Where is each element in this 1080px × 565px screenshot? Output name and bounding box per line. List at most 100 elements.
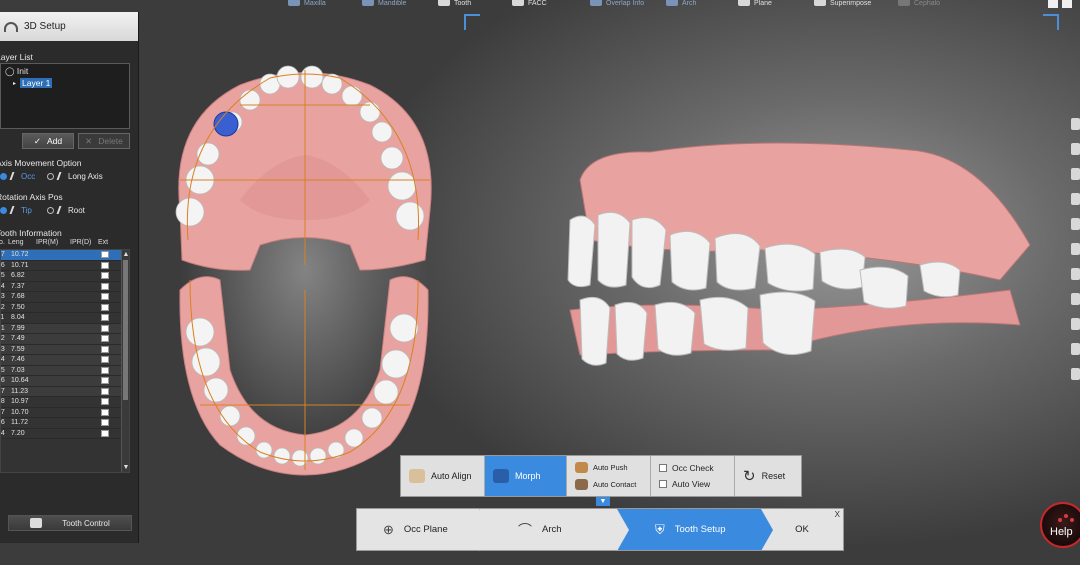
delete-layer-button[interactable]: ✕ Delete — [78, 133, 130, 149]
ext-checkbox[interactable] — [101, 261, 109, 269]
table-row[interactable]: 137.68 — [1, 292, 129, 303]
facc-tool[interactable]: FACC — [512, 0, 547, 7]
view-icon-1[interactable] — [1071, 118, 1080, 130]
table-row[interactable]: 347.20 — [1, 429, 129, 439]
ext-checkbox[interactable] — [101, 356, 109, 364]
occ-check-toggle[interactable]: Occ Check — [659, 463, 726, 473]
table-row[interactable]: 257.03 — [1, 365, 129, 376]
lower-arch[interactable] — [179, 276, 429, 476]
auto-push-button[interactable]: Auto Push — [575, 462, 642, 473]
occ-radio[interactable] — [0, 172, 7, 180]
auto-contact-button[interactable]: Auto Contact — [575, 479, 642, 490]
maxilla-tool[interactable]: Maxilla — [288, 0, 326, 7]
ext-checkbox[interactable] — [101, 293, 109, 301]
ext-checkbox[interactable] — [101, 408, 109, 416]
layout-grid-icon[interactable] — [1048, 0, 1058, 8]
layout-switcher[interactable] — [1048, 0, 1072, 8]
overlap-info-tool[interactable]: Overlap Info — [590, 0, 644, 7]
step-tooth-setup[interactable]: ⛨ Tooth Setup — [617, 509, 773, 551]
table-row[interactable]: 247.46 — [1, 355, 129, 366]
scroll-up-icon[interactable]: ▲ — [122, 250, 129, 259]
table-row[interactable]: 237.59 — [1, 344, 129, 355]
long-axis-radio[interactable] — [47, 172, 54, 180]
ext-checkbox[interactable] — [101, 398, 109, 406]
table-row[interactable]: 217.99 — [1, 323, 129, 334]
table-row[interactable]: 118.04 — [1, 313, 129, 324]
ext-checkbox[interactable] — [101, 282, 109, 290]
help-button[interactable]: Help — [1040, 502, 1080, 548]
auto-view-checkbox[interactable] — [659, 480, 667, 488]
ext-checkbox[interactable] — [101, 251, 109, 259]
step-arch[interactable]: ⌒ Arch — [479, 509, 629, 551]
table-row[interactable]: 26 10.64 — [1, 376, 129, 387]
ext-checkbox[interactable] — [101, 377, 109, 385]
collapse-arrow-icon[interactable]: ▼ — [596, 497, 610, 506]
auto-align-button[interactable]: Auto Align — [401, 456, 485, 496]
table-row[interactable]: 36 11.72 — [1, 418, 129, 429]
view-icon-9[interactable] — [1071, 318, 1080, 330]
table-row[interactable]: 16 10.71 — [1, 261, 129, 271]
table-row[interactable]: 37 10.70 — [1, 408, 129, 418]
maxilla-icon — [288, 0, 300, 6]
tooth-tool[interactable]: Tooth — [438, 0, 471, 7]
lateral-3d-view[interactable] — [560, 140, 1035, 395]
ext-checkbox[interactable] — [101, 314, 109, 322]
ext-checkbox[interactable] — [101, 324, 109, 332]
ext-checkbox[interactable] — [101, 272, 109, 280]
root-radio[interactable] — [47, 206, 54, 214]
wizard-close-button[interactable]: X — [835, 510, 840, 519]
setup-tool-strip: Auto Align Morph Auto Push Auto Contact … — [400, 455, 802, 497]
occ-check-checkbox[interactable] — [659, 464, 667, 472]
ext-checkbox[interactable] — [101, 387, 109, 395]
tooth-length: 11.23 — [11, 387, 28, 395]
view-icon-2[interactable] — [1071, 143, 1080, 155]
reset-button[interactable]: ↻ Reset — [735, 456, 801, 496]
view-icon-5[interactable] — [1071, 218, 1080, 230]
occlusal-view[interactable] — [160, 60, 450, 480]
mandible-tool[interactable]: Mandible — [362, 0, 406, 7]
layer-list[interactable]: ◯ Init ▸ Layer 1 — [0, 63, 130, 129]
ext-checkbox[interactable] — [101, 335, 109, 343]
table-row[interactable]: 127.50 — [1, 303, 129, 313]
arch-tool[interactable]: Arch — [666, 0, 696, 7]
add-layer-button[interactable]: ✓ Add — [22, 133, 74, 149]
step-occ-plane[interactable]: ⊕ Occ Plane — [357, 509, 491, 551]
view-icon-10[interactable] — [1071, 343, 1080, 355]
table-row[interactable]: 227.49 — [1, 334, 129, 345]
morph-button[interactable]: Morph — [485, 456, 567, 496]
table-row[interactable]: 27 11.23 — [1, 386, 129, 397]
layer-init[interactable]: ◯ Init — [5, 66, 125, 78]
layer-item[interactable]: ▸ Layer 1 — [13, 78, 125, 88]
plane-tool[interactable]: Plane — [738, 0, 772, 7]
superimpose-tool[interactable]: Superimpose — [814, 0, 871, 7]
axis-option-group: Occ Long Axis — [0, 169, 138, 183]
view-icon-6[interactable] — [1071, 243, 1080, 255]
table-row[interactable]: 17 10.72 — [1, 250, 129, 261]
scroll-thumb[interactable] — [123, 260, 128, 400]
view-icon-8[interactable] — [1071, 293, 1080, 305]
table-row[interactable]: 38 10.97 — [1, 397, 129, 408]
view-icon-3[interactable] — [1071, 168, 1080, 180]
view-icon-11[interactable] — [1071, 368, 1080, 380]
auto-view-toggle[interactable]: Auto View — [659, 479, 726, 489]
upper-arch[interactable] — [175, 65, 432, 271]
cephalo-tool[interactable]: Cephalo — [898, 0, 940, 7]
view-icon-7[interactable] — [1071, 268, 1080, 280]
ext-checkbox[interactable] — [101, 429, 109, 437]
layout-single-icon[interactable] — [1062, 0, 1072, 8]
ext-checkbox[interactable] — [101, 419, 109, 427]
tip-radio[interactable] — [0, 206, 7, 214]
root-tool-icon — [56, 206, 66, 214]
table-row[interactable]: 147.37 — [1, 282, 129, 292]
table-row[interactable]: 156.82 — [1, 271, 129, 282]
scroll-down-icon[interactable]: ▼ — [122, 463, 129, 472]
table-body[interactable]: 1710.721610.71156.82147.37137.68127.5011… — [0, 249, 130, 473]
view-icon-4[interactable] — [1071, 193, 1080, 205]
long-axis-tool-icon — [56, 172, 66, 180]
table-scrollbar[interactable]: ▲ ▼ — [121, 250, 129, 472]
ext-checkbox[interactable] — [101, 366, 109, 374]
ext-checkbox[interactable] — [101, 345, 109, 353]
ok-button[interactable]: OK — [761, 509, 843, 550]
ext-checkbox[interactable] — [101, 303, 109, 311]
tooth-control-button[interactable]: Tooth Control — [8, 515, 132, 531]
